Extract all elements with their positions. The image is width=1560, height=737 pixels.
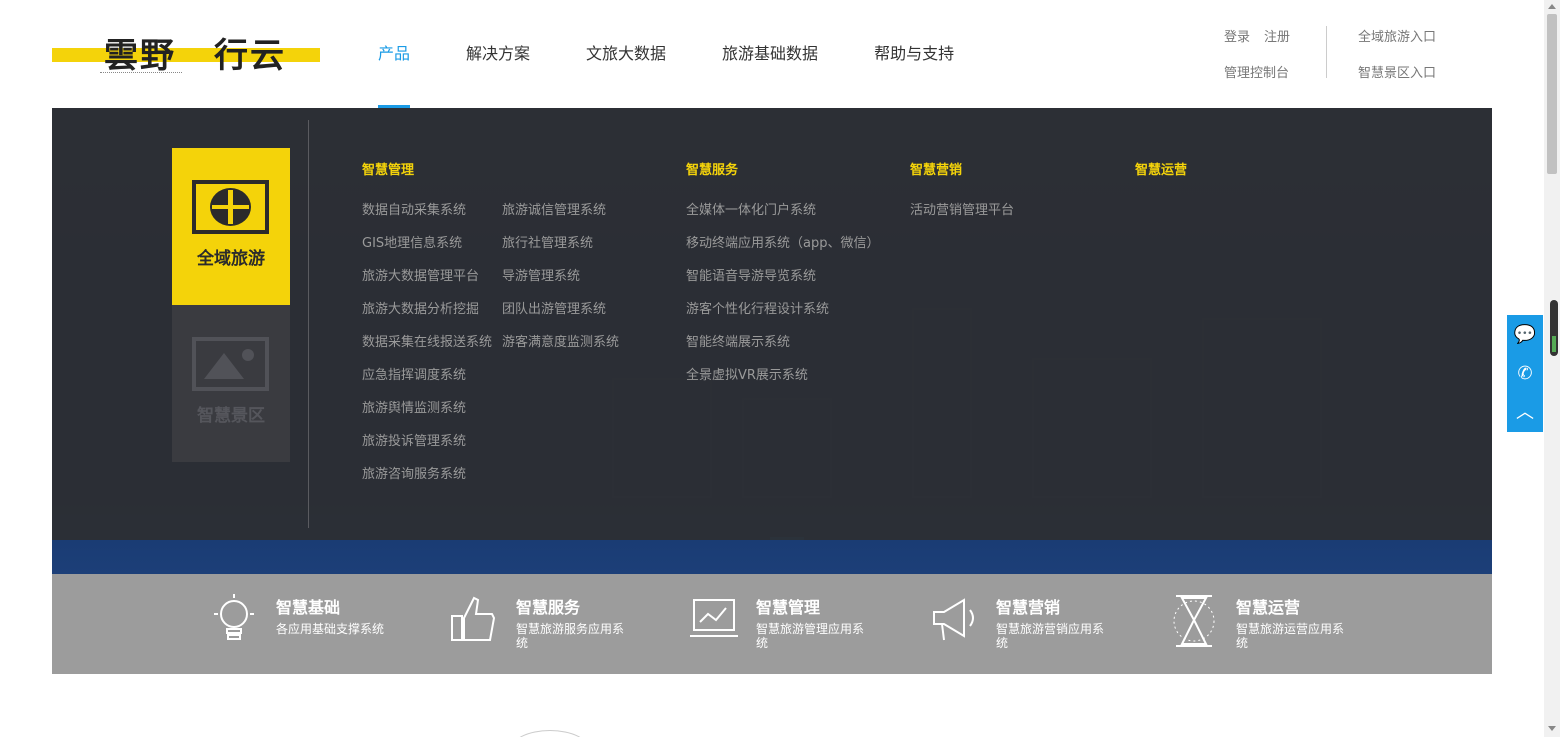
menu-item[interactable]: 应急指挥调度系统	[362, 366, 492, 399]
feature-smart-management[interactable]: 智慧管理 智慧旅游管理应用系统	[690, 592, 890, 658]
category-card-global-tour[interactable]: 全域旅游	[172, 148, 290, 305]
feature-title: 智慧基础	[276, 598, 341, 617]
logo-underline	[100, 72, 182, 73]
nav-item-products[interactable]: 产品	[378, 0, 411, 108]
laptop-chart-icon	[690, 599, 738, 637]
menu-item[interactable]: 团队出游管理系统	[502, 300, 619, 333]
menu-item[interactable]: 智能语音导游导览系统	[686, 267, 879, 300]
lightbulb-icon	[214, 594, 254, 640]
menu-item[interactable]: 旅游咨询服务系统	[362, 465, 492, 498]
menu-item[interactable]: 旅游舆情监测系统	[362, 399, 492, 432]
column-items-a: 数据自动采集系统 GIS地理信息系统 旅游大数据管理平台 旅游大数据分析挖掘 数…	[362, 201, 492, 498]
menu-item[interactable]: 游客满意度监测系统	[502, 333, 619, 366]
feature-title: 智慧服务	[516, 598, 581, 617]
feature-title: 智慧管理	[756, 598, 821, 617]
scroll-up-arrow[interactable]	[1548, 4, 1556, 9]
feature-bar: 智慧基础 各应用基础支撑系统 智慧服务 智慧旅游服务应用系统 智慧管理 智慧旅游…	[52, 574, 1492, 674]
phone-icon[interactable]: ✆	[1507, 354, 1543, 393]
column-heading: 智慧运营	[1135, 163, 1188, 178]
column-heading: 智慧管理	[362, 163, 415, 178]
category-card-label: 智慧景区	[197, 406, 265, 426]
category-card-label: 全域旅游	[197, 249, 265, 269]
nav-item-tourism-big-data[interactable]: 文旅大数据	[586, 0, 666, 108]
dropdown-column-service: 智慧服务 全媒体一体化门户系统 移动终端应用系统（app、微信） 智能语音导游导…	[686, 161, 879, 399]
menu-item[interactable]: 游客个性化行程设计系统	[686, 300, 879, 333]
logo-text-1: 雲野	[104, 36, 176, 76]
nav-item-help-support[interactable]: 帮助与支持	[874, 0, 954, 108]
dropdown-column-management: 智慧管理 数据自动采集系统 GIS地理信息系统 旅游大数据管理平台 旅游大数据分…	[362, 161, 619, 498]
dropdown-category-switcher: 全域旅游 智慧景区	[172, 148, 290, 462]
logo-text-2: 行云	[214, 36, 286, 76]
column-heading: 智慧营销	[910, 163, 963, 178]
feature-desc: 智慧旅游营销应用系统	[996, 622, 1105, 650]
feature-smart-marketing[interactable]: 智慧营销 智慧旅游营销应用系统	[930, 592, 1130, 658]
site-header: 雲野 行云 产品 解决方案 文旅大数据 旅游基础数据 帮助与支持 登录 注册 管…	[0, 0, 1544, 108]
smart-scenic-entry-link[interactable]: 智慧景区入口	[1358, 62, 1436, 81]
feature-desc: 智慧旅游运营应用系统	[1236, 622, 1345, 650]
menu-item[interactable]: 旅游大数据管理平台	[362, 267, 492, 300]
menu-item[interactable]: 旅游大数据分析挖掘	[362, 300, 492, 333]
menu-item[interactable]: 全媒体一体化门户系统	[686, 201, 879, 234]
side-widget-handle[interactable]	[1550, 300, 1558, 356]
console-link[interactable]: 管理控制台	[1224, 62, 1289, 81]
feature-smart-service[interactable]: 智慧服务 智慧旅游服务应用系统	[450, 592, 650, 658]
products-dropdown: 全域旅游 智慧景区 智慧管理 数据自动采集系统 GIS地理信息系统 旅游大数据管…	[52, 108, 1492, 540]
section-decoration	[510, 730, 590, 737]
menu-item[interactable]: 导游管理系统	[502, 267, 619, 300]
feature-smart-operation[interactable]: 智慧运营 智慧旅游运营应用系统	[1170, 592, 1370, 658]
scroll-down-arrow[interactable]	[1548, 726, 1556, 731]
menu-item[interactable]: 数据自动采集系统	[362, 201, 492, 234]
category-card-smart-scenic[interactable]: 智慧景区	[172, 305, 290, 462]
menu-item[interactable]: 旅游投诉管理系统	[362, 432, 492, 465]
menu-item[interactable]: GIS地理信息系统	[362, 234, 492, 267]
column-items-b: 旅游诚信管理系统 旅行社管理系统 导游管理系统 团队出游管理系统 游客满意度监测…	[502, 201, 619, 366]
menu-item[interactable]: 智能终端展示系统	[686, 333, 879, 366]
chat-icon[interactable]: 💬	[1507, 315, 1543, 354]
page-scrollbar[interactable]	[1544, 0, 1560, 737]
column-heading: 智慧服务	[686, 163, 739, 178]
nav-item-tourism-basic-data[interactable]: 旅游基础数据	[722, 0, 818, 108]
menu-item[interactable]: 旅游诚信管理系统	[502, 201, 619, 234]
menu-item[interactable]: 全景虚拟VR展示系统	[686, 366, 879, 399]
feature-desc: 各应用基础支撑系统	[276, 622, 385, 636]
feature-desc: 智慧旅游服务应用系统	[516, 622, 625, 650]
megaphone-icon	[933, 598, 974, 641]
global-tour-entry-link[interactable]: 全域旅游入口	[1358, 26, 1436, 45]
menu-item[interactable]: 活动营销管理平台	[910, 201, 1014, 234]
feature-smart-foundation[interactable]: 智慧基础 各应用基础支撑系统	[210, 592, 410, 658]
register-link[interactable]: 注册	[1264, 26, 1290, 45]
nav-item-solutions[interactable]: 解决方案	[466, 0, 530, 108]
scroll-thumb[interactable]	[1547, 14, 1557, 174]
menu-item[interactable]: 数据采集在线报送系统	[362, 333, 492, 366]
picture-icon	[192, 337, 269, 391]
login-link[interactable]: 登录	[1224, 26, 1250, 45]
dropdown-column-marketing: 智慧营销 活动营销管理平台	[910, 161, 1014, 234]
hourglass-icon	[1173, 595, 1215, 647]
globe-icon	[192, 180, 269, 234]
thumbs-up-icon	[451, 596, 496, 641]
feature-title: 智慧运营	[1236, 598, 1301, 617]
dropdown-column-operation: 智慧运营	[1135, 161, 1187, 201]
dropdown-divider	[308, 120, 309, 528]
back-to-top-icon[interactable]: ︿	[1507, 393, 1543, 432]
menu-item[interactable]: 移动终端应用系统（app、微信）	[686, 234, 879, 267]
feature-title: 智慧营销	[996, 598, 1061, 617]
site-logo[interactable]: 雲野 行云	[52, 28, 320, 80]
main-nav: 产品 解决方案 文旅大数据 旅游基础数据 帮助与支持	[378, 0, 1010, 108]
feature-desc: 智慧旅游管理应用系统	[756, 622, 865, 650]
menu-item[interactable]: 旅行社管理系统	[502, 234, 619, 267]
top-links: 登录 注册 管理控制台 全域旅游入口 智慧景区入口	[1224, 26, 1484, 82]
floating-contact-bar: 💬 ✆ ︿	[1507, 315, 1543, 432]
top-links-divider	[1326, 26, 1327, 78]
